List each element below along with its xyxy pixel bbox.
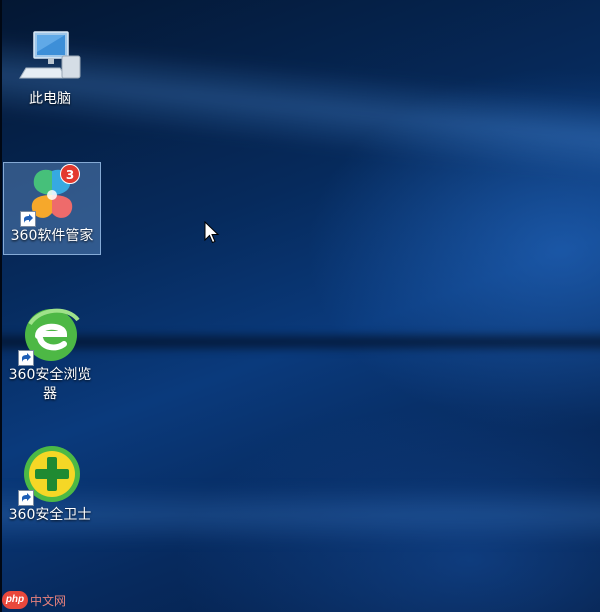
computer-icon [18, 26, 82, 90]
desktop-icon-360-browser[interactable]: 360安全浏览器 [2, 302, 98, 404]
watermark: php 中文网 [2, 590, 66, 610]
watermark-text: 中文网 [30, 593, 67, 608]
shortcut-arrow-icon [18, 490, 34, 506]
360-browser-icon [18, 302, 82, 366]
desktop-icon-360-security-guard[interactable]: 360安全卫士 [2, 442, 98, 525]
watermark-logo: php [2, 591, 28, 609]
notification-badge: 3 [60, 164, 80, 184]
desktop-icon-360-software-manager[interactable]: 3 360软件管家 [3, 162, 101, 255]
360-security-guard-icon [18, 442, 82, 506]
desktop-icon-this-pc[interactable]: 此电脑 [2, 26, 98, 109]
shortcut-arrow-icon [18, 350, 34, 366]
mouse-cursor-icon [204, 220, 220, 249]
desktop[interactable]: 此电脑 3 360软件管家 360安全浏览器 360安全卫士 php 中文网 [0, 0, 600, 612]
360-software-manager-icon: 3 [20, 163, 84, 227]
desktop-icon-label: 此电脑 [29, 91, 71, 107]
desktop-icon-label: 360安全浏览器 [8, 367, 92, 402]
desktop-icon-label: 360安全卫士 [8, 507, 92, 523]
desktop-icon-label: 360软件管家 [10, 228, 94, 244]
shortcut-arrow-icon [20, 211, 36, 227]
